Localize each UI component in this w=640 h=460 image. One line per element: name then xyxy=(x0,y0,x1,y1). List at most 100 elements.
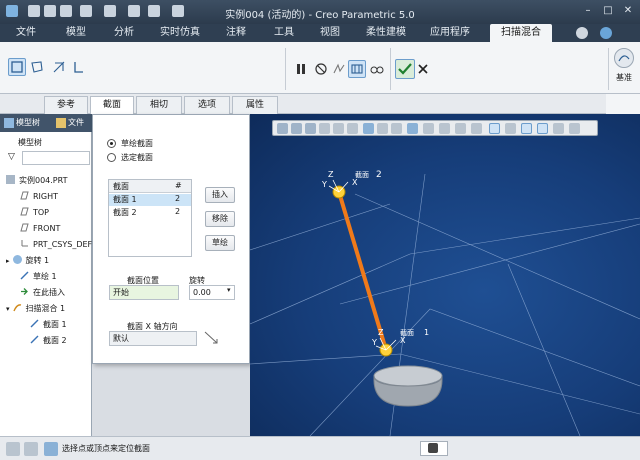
tree-item-insert-here[interactable]: 在此插入 xyxy=(20,286,65,300)
flip-direction-icon[interactable] xyxy=(203,329,219,345)
status-bar: 选择点或顶点来定位截面 ▾ xyxy=(0,436,640,460)
surface-icon[interactable] xyxy=(28,58,46,76)
help-icon[interactable] xyxy=(600,27,612,39)
tree-item-part[interactable]: 实例004.PRT xyxy=(6,174,68,188)
tree-search-input[interactable] xyxy=(22,151,90,165)
sketch-button[interactable]: 草绘 xyxy=(205,235,235,251)
section-2-number: 2 xyxy=(376,170,382,180)
swept-blend-icon xyxy=(12,303,22,312)
selected-sections-radio[interactable] xyxy=(107,153,116,162)
tab-model-tree[interactable]: 模型树 xyxy=(16,117,40,128)
subtab-options[interactable]: 选项 xyxy=(184,96,230,114)
tab-annotate[interactable]: 注释 xyxy=(216,24,256,42)
dashboard-subtabs: 参考 截面 相切 选项 属性 xyxy=(0,94,640,115)
tree-item-front[interactable]: FRONT xyxy=(20,222,60,236)
pause-icon[interactable] xyxy=(292,60,310,78)
sketched-sections-label[interactable]: 草绘截面 xyxy=(121,138,153,149)
x-direction-field[interactable]: 默认 xyxy=(109,331,197,346)
rotation-dropdown-icon[interactable]: ▾ xyxy=(227,286,231,294)
revolve-icon xyxy=(12,255,22,264)
cancel-x-icon[interactable] xyxy=(414,60,432,78)
remove-button[interactable]: 移除 xyxy=(205,211,235,227)
axis-label-z-bottom: Z xyxy=(378,328,384,337)
section-sketch-icon xyxy=(30,335,39,344)
sections-table: 截面 # 截面 1 2 截面 2 2 xyxy=(108,179,192,257)
tab-simulation[interactable]: 实时仿真 xyxy=(152,24,208,42)
title-bar: 实例004 (活动的) - Creo Parametric 5.0 – □ ✕ xyxy=(0,0,640,24)
tree-item-section-2[interactable]: 截面 2 xyxy=(30,334,67,348)
tree-item-sketch[interactable]: 草绘 1 xyxy=(20,270,57,284)
trajectory-line[interactable] xyxy=(337,191,388,351)
section-location-field[interactable]: 开始 xyxy=(109,285,179,300)
no-preview-icon[interactable] xyxy=(312,60,330,78)
show-browser-icon[interactable] xyxy=(24,442,38,456)
revolve-body-top xyxy=(373,365,443,387)
tab-tools[interactable]: 工具 xyxy=(264,24,304,42)
model-tree-panel: 模型树 文件 模型树 ▽ 实例004.PRT RIGHT TOP FRONT P… xyxy=(0,114,92,436)
tab-view[interactable]: 视图 xyxy=(310,24,350,42)
axis-label-z-top: Z xyxy=(328,170,334,179)
model-tree-tab-icon[interactable] xyxy=(4,118,14,128)
status-message: 选择点或顶点来定位截面 xyxy=(62,444,150,453)
tree-item-section-1[interactable]: 截面 1 xyxy=(30,318,67,332)
confirm-checkmark-icon[interactable] xyxy=(395,59,415,79)
model-geometry xyxy=(328,179,443,407)
sketch-icon xyxy=(20,271,29,280)
thicken-icon[interactable] xyxy=(70,58,88,76)
tree-item-top[interactable]: TOP xyxy=(20,206,49,220)
minimize-button[interactable]: – xyxy=(580,4,596,18)
subtab-tangency[interactable]: 相切 xyxy=(136,96,182,114)
table-row[interactable]: 截面 2 2 xyxy=(109,207,191,219)
table-row[interactable]: 截面 1 2 xyxy=(109,194,191,206)
graphics-viewport[interactable]: Z Y X 截面 2 Z Y X 截面 1 xyxy=(250,114,640,436)
close-button[interactable]: ✕ xyxy=(620,4,636,18)
datum-label[interactable]: 基准 xyxy=(608,72,640,83)
table-header: 截面 # xyxy=(109,180,191,193)
minimize-ribbon-icon[interactable] xyxy=(576,27,588,39)
section-1-number: 1 xyxy=(424,328,430,337)
subtab-properties[interactable]: 属性 xyxy=(232,96,278,114)
col-header-number: # xyxy=(175,181,182,190)
tab-model[interactable]: 模型 xyxy=(56,24,96,42)
expand-arrow-icon[interactable]: ▸ xyxy=(6,257,10,265)
verify-glasses-icon[interactable] xyxy=(368,60,386,78)
tab-file[interactable]: 文件 xyxy=(6,24,46,42)
selected-sections-label[interactable]: 选定截面 xyxy=(121,152,153,163)
show-navigator-icon[interactable] xyxy=(6,442,20,456)
tab-analysis[interactable]: 分析 xyxy=(104,24,144,42)
sketched-sections-radio[interactable] xyxy=(107,139,116,148)
ribbon-tabs: 文件 模型 分析 实时仿真 注释 工具 视图 柔性建模 应用程序 扫描混合 xyxy=(0,24,640,42)
coordinate-system-icon xyxy=(20,239,29,248)
filter-icon[interactable]: ▽ xyxy=(8,152,20,164)
datum-plane-icon xyxy=(20,207,29,216)
tab-applications[interactable]: 应用程序 xyxy=(424,24,476,42)
tree-item-swept-blend[interactable]: ▾ 扫描混合 1 xyxy=(6,302,65,316)
tree-item-right[interactable]: RIGHT xyxy=(20,190,58,204)
ribbon-right-rail xyxy=(606,94,640,114)
preview-attach-icon[interactable] xyxy=(330,60,348,78)
tab-folder-browser[interactable]: 文件 xyxy=(68,117,84,128)
collapse-arrow-icon[interactable]: ▾ xyxy=(6,305,10,313)
subtab-sections[interactable]: 截面 xyxy=(90,96,134,115)
insert-button[interactable]: 插入 xyxy=(205,187,235,203)
find-binoculars-icon[interactable] xyxy=(428,443,438,453)
maximize-button[interactable]: □ xyxy=(600,4,616,18)
datum-icon[interactable] xyxy=(614,48,634,68)
tab-flexible-modeling[interactable]: 柔性建模 xyxy=(358,24,414,42)
subtab-references[interactable]: 参考 xyxy=(44,96,88,114)
datum-plane-icon xyxy=(20,191,29,200)
folder-browser-icon[interactable] xyxy=(56,118,66,128)
model-tree-header: 模型树 xyxy=(18,138,42,147)
tree-item-csys[interactable]: PRT_CSYS_DEF xyxy=(20,238,92,252)
insert-arrow-icon xyxy=(20,287,29,296)
full-screen-icon[interactable] xyxy=(44,442,58,456)
datum-plane-icon xyxy=(20,223,29,232)
tree-item-revolve[interactable]: ▸ 旋转 1 xyxy=(6,254,49,268)
remove-material-icon[interactable] xyxy=(50,58,68,76)
geometry-preview-icon[interactable] xyxy=(348,60,366,78)
section-1-label: 截面 xyxy=(400,329,414,337)
tab-swept-blend[interactable]: 扫描混合 xyxy=(490,24,552,42)
solid-icon[interactable] xyxy=(8,58,26,76)
sections-panel: 草绘截面 选定截面 截面 # 截面 1 2 截面 2 2 插入 移除 草绘 截面… xyxy=(92,114,250,364)
ribbon: 基准 xyxy=(0,42,640,94)
